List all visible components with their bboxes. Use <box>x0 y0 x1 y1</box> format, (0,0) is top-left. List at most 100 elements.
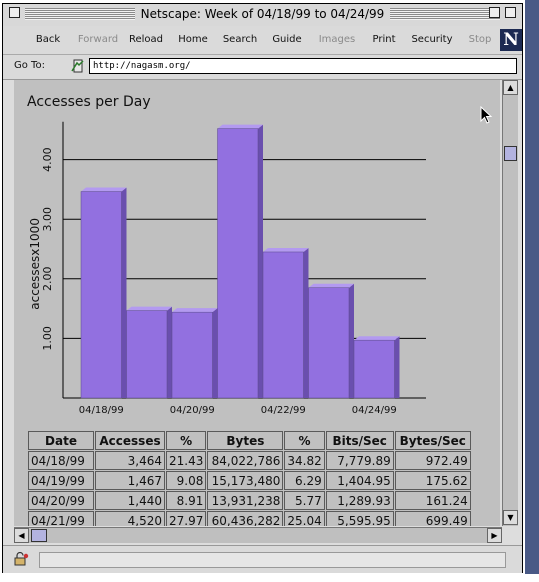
bar-top <box>354 336 400 341</box>
cell-access-percent: 21.43 <box>166 451 207 470</box>
bar <box>353 339 395 399</box>
bar-side <box>212 308 218 398</box>
bar <box>262 251 304 399</box>
cell-bytes: 84,022,786 <box>207 451 284 470</box>
cell-bytes-percent: 5.77 <box>284 491 325 510</box>
stop-button[interactable]: Stop <box>463 26 497 54</box>
search-button[interactable]: Search <box>219 26 261 54</box>
cell-accesses: 1,467 <box>95 471 165 490</box>
y-tick-label: 4.00 <box>41 147 54 172</box>
cell-bytes-per-sec: 699.49 <box>394 511 471 526</box>
cell-accesses: 1,440 <box>95 491 165 510</box>
y-tick-label: 1.00 <box>41 326 54 351</box>
table-row: 04/19/99 1,467 9.08 15,173,480 6.29 1,40… <box>28 471 471 490</box>
back-button[interactable]: Back <box>25 26 71 54</box>
cell-bytes-per-sec: 972.49 <box>394 451 471 470</box>
bar <box>217 128 259 399</box>
col-header-accesses: Accesses <box>95 431 165 450</box>
navigation-toolbar: Back Forward Reload Home Search Guide Im… <box>3 26 522 55</box>
bar <box>308 287 350 399</box>
x-tick-label: 04/24/99 <box>352 405 397 416</box>
images-button[interactable]: Images <box>315 26 359 54</box>
scroll-left-arrow-icon[interactable]: ◀ <box>14 528 29 543</box>
bar-side <box>258 124 263 398</box>
browser-window: Netscape: Week of 04/18/99 to 04/24/99 B… <box>2 3 523 573</box>
y-axis-label: accessesx1000 <box>28 218 42 310</box>
access-stats-table: Date Accesses % Bytes % Bits/Sec Bytes/S… <box>27 430 472 526</box>
bar-side <box>349 283 354 398</box>
url-input[interactable]: http://nagasm.org/ <box>89 58 517 74</box>
bar-top <box>308 283 354 288</box>
cell-access-percent: 9.08 <box>166 471 207 490</box>
cell-bytes: 13,931,238 <box>207 491 284 510</box>
bar-top <box>126 306 172 311</box>
bar <box>80 191 122 399</box>
x-tick-label: 04/22/99 <box>261 405 306 416</box>
bar-top <box>217 124 263 129</box>
table-row: 04/18/99 3,464 21.43 84,022,786 34.82 7,… <box>28 451 471 470</box>
vertical-scrollbar[interactable]: ▲ ▼ <box>502 80 518 526</box>
vertical-scroll-thumb[interactable] <box>504 146 517 161</box>
horizontal-scrollbar[interactable]: ◀ ▶ <box>14 527 502 543</box>
cell-bytes-percent: 25.04 <box>284 511 325 526</box>
scroll-up-arrow-icon[interactable]: ▲ <box>503 80 518 95</box>
security-button[interactable]: Security <box>407 26 457 54</box>
cell-bytes: 15,173,480 <box>207 471 284 490</box>
bar-top <box>81 187 127 192</box>
status-bar <box>3 545 522 573</box>
cell-accesses: 4,520 <box>95 511 165 526</box>
y-tick-label: 3.00 <box>41 207 54 232</box>
security-lock-icon[interactable] <box>13 552 29 566</box>
cell-date: 04/19/99 <box>28 471 94 490</box>
window-title: Netscape: Week of 04/18/99 to 04/24/99 <box>134 7 391 21</box>
desktop-background <box>525 0 539 582</box>
location-bar: Go To: http://nagasm.org/ <box>3 55 522 80</box>
cell-bytes-per-sec: 161.24 <box>394 491 471 510</box>
table-row: 04/21/99 4,520 27.97 60,436,282 25.04 5,… <box>28 511 471 526</box>
x-tick-label: 04/18/99 <box>79 405 124 416</box>
cell-date: 04/18/99 <box>28 451 94 470</box>
mouse-pointer-icon <box>480 106 493 124</box>
bar-top <box>172 308 218 313</box>
bar-top <box>263 247 309 252</box>
page-content: Accesses per Day 1.00 2.00 3.00 4.00 accesse… <box>14 80 500 526</box>
bar-side <box>167 306 172 398</box>
table-row: 04/20/99 1,440 8.91 13,931,238 5.77 1,28… <box>28 491 471 510</box>
accesses-chart: 1.00 2.00 3.00 4.00 accessesx1000 04/18/99 04/… <box>28 121 426 416</box>
col-header-access-percent: % <box>166 431 207 450</box>
guide-button[interactable]: Guide <box>267 26 307 54</box>
bar <box>126 310 168 399</box>
location-label: Go To: <box>14 60 45 71</box>
y-tick-label: 2.00 <box>41 267 54 292</box>
cell-date: 04/21/99 <box>28 511 94 526</box>
cell-bytes-percent: 34.82 <box>284 451 325 470</box>
netscape-logo[interactable]: N <box>500 29 522 51</box>
bar-side <box>121 187 127 398</box>
horizontal-scroll-thumb[interactable] <box>31 529 47 542</box>
col-header-date: Date <box>28 431 94 450</box>
scroll-down-arrow-icon[interactable]: ▼ <box>503 510 518 525</box>
col-header-bytes-percent: % <box>284 431 325 450</box>
bar-side <box>303 247 309 398</box>
cell-bytes-percent: 6.29 <box>284 471 325 490</box>
cell-bits-per-sec: 5,595.95 <box>325 511 394 526</box>
reload-button[interactable]: Reload <box>125 26 167 54</box>
cell-access-percent: 27.97 <box>166 511 207 526</box>
status-text-field <box>39 552 506 568</box>
forward-button[interactable]: Forward <box>73 26 123 54</box>
x-tick-label: 04/20/99 <box>170 405 215 416</box>
table-header-row: Date Accesses % Bytes % Bits/Sec Bytes/S… <box>28 431 471 450</box>
print-button[interactable]: Print <box>365 26 403 54</box>
home-button[interactable]: Home <box>173 26 213 54</box>
bar <box>171 311 213 399</box>
cell-bits-per-sec: 1,289.93 <box>325 491 394 510</box>
desktop-bottom <box>0 574 539 582</box>
cell-access-percent: 8.91 <box>166 491 207 510</box>
cell-bytes: 60,436,282 <box>207 511 284 526</box>
scroll-right-arrow-icon[interactable]: ▶ <box>487 528 502 543</box>
cell-bytes-per-sec: 175.62 <box>394 471 471 490</box>
bookmark-page-icon[interactable] <box>71 59 85 73</box>
cell-accesses: 3,464 <box>95 451 165 470</box>
title-bar[interactable]: Netscape: Week of 04/18/99 to 04/24/99 <box>3 4 522 27</box>
cell-bits-per-sec: 7,779.89 <box>325 451 394 470</box>
